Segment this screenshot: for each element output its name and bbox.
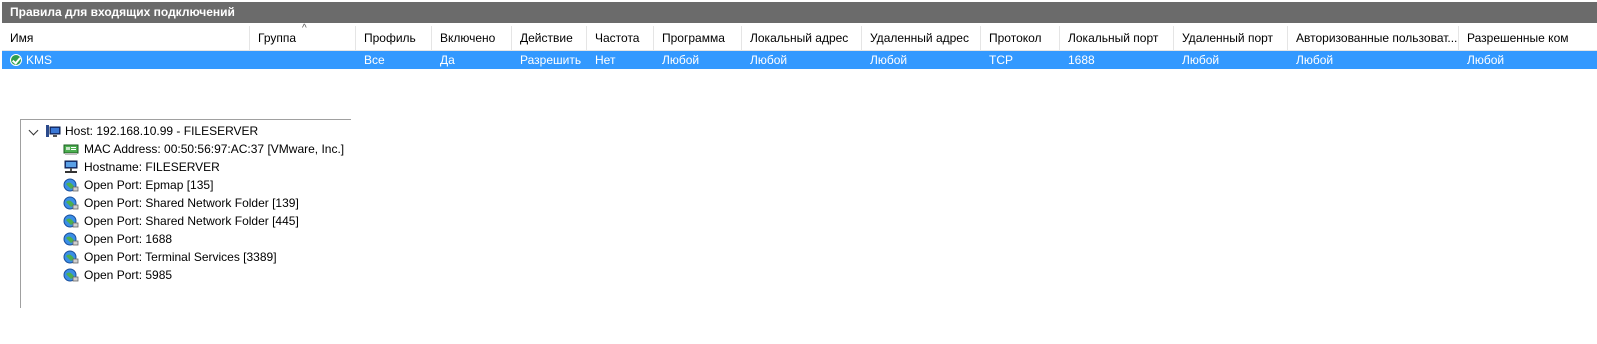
globe-port-icon xyxy=(63,250,79,264)
cell-remote-address: Любой xyxy=(870,53,908,67)
hostname-label: Hostname: FILESERVER xyxy=(84,160,220,174)
globe-port-icon xyxy=(63,196,79,210)
globe-port-icon xyxy=(63,232,79,246)
open-port-label: Open Port: Shared Network Folder [445] xyxy=(84,214,299,228)
cell-override: Нет xyxy=(595,53,616,67)
mac-address-label: MAC Address: 00:50:56:97:AC:37 [VMware, … xyxy=(84,142,345,156)
host-label: Host: 192.168.10.99 - FILESERVER xyxy=(65,124,259,138)
tree-node-host[interactable]: Host: 192.168.10.99 - FILESERVER xyxy=(21,122,341,140)
cell-authorized-users: Любой xyxy=(1296,53,1334,67)
network-card-icon xyxy=(63,144,79,155)
open-port-label: Open Port: 1688 xyxy=(84,232,173,246)
globe-port-icon xyxy=(63,178,79,192)
cell-program: Любой xyxy=(662,53,700,67)
column-header-local-address[interactable]: Локальный адрес xyxy=(742,26,862,50)
tree-node-open-port[interactable]: Open Port: Shared Network Folder [445] xyxy=(61,212,351,230)
column-header-protocol[interactable]: Протокол xyxy=(981,26,1060,50)
column-header-override[interactable]: Частота xyxy=(587,26,654,50)
cell-profile: Все xyxy=(364,53,385,67)
cell-action: Разрешить xyxy=(520,53,582,67)
open-port-label: Open Port: Terminal Services [3389] xyxy=(84,250,277,264)
column-header-authorized-users[interactable]: Авторизованные пользоват... xyxy=(1288,26,1459,50)
column-header-enabled[interactable]: Включено xyxy=(432,26,512,50)
host-computer-icon xyxy=(46,125,61,137)
cell-name: KMS xyxy=(26,53,53,67)
cell-local-address: Любой xyxy=(750,53,788,67)
column-header-program[interactable]: Программа xyxy=(654,26,742,50)
table-row[interactable]: KMS Все Да Разрешить Нет Любой Любой Люб… xyxy=(2,51,1597,69)
tree-node-open-port[interactable]: Open Port: 5985 xyxy=(61,266,351,284)
cell-enabled: Да xyxy=(440,53,455,67)
open-port-label: Open Port: Epmap [135] xyxy=(84,178,214,192)
globe-port-icon xyxy=(63,268,79,282)
tree-node-mac-address[interactable]: MAC Address: 00:50:56:97:AC:37 [VMware, … xyxy=(61,140,351,158)
column-header-remote-address[interactable]: Удаленный адрес xyxy=(862,26,981,50)
chevron-down-icon[interactable] xyxy=(28,125,39,136)
sort-ascending-icon: ^ xyxy=(302,23,307,34)
tree-node-open-port[interactable]: Open Port: Terminal Services [3389] xyxy=(61,248,351,266)
inbound-rules-pane: Правила для входящих подключений Имя Гру… xyxy=(0,0,1597,70)
column-header-row: Имя Группа Профиль Включено Действие Час… xyxy=(2,23,1597,51)
hostname-network-icon xyxy=(64,160,78,173)
tree-node-open-port[interactable]: Open Port: 1688 xyxy=(61,230,351,248)
cell-local-port: 1688 xyxy=(1068,53,1095,67)
column-header-remote-port[interactable]: Удаленный порт xyxy=(1174,26,1288,50)
column-header-local-port[interactable]: Локальный порт xyxy=(1060,26,1174,50)
cell-protocol: TCP xyxy=(989,53,1013,67)
open-port-label: Open Port: 5985 xyxy=(84,268,173,282)
column-header-profile[interactable]: Профиль xyxy=(356,26,432,50)
open-port-label: Open Port: Shared Network Folder [139] xyxy=(84,196,299,210)
tree-node-open-port[interactable]: Open Port: Shared Network Folder [139] xyxy=(61,194,351,212)
column-header-allowed-computers[interactable]: Разрешенные ком xyxy=(1459,26,1597,50)
tree-node-hostname[interactable]: Hostname: FILESERVER xyxy=(61,158,351,176)
column-header-action[interactable]: Действие xyxy=(512,26,587,50)
cell-remote-port: Любой xyxy=(1182,53,1220,67)
cell-group xyxy=(250,51,356,69)
globe-port-icon xyxy=(63,214,79,228)
column-header-name[interactable]: Имя xyxy=(2,26,250,50)
cell-allowed-computers: Любой xyxy=(1467,53,1505,67)
scan-results-tree: Host: 192.168.10.99 - FILESERVER MAC Add… xyxy=(20,119,351,308)
pane-title: Правила для входящих подключений xyxy=(2,2,1597,23)
tree-node-open-port[interactable]: Open Port: Epmap [135] xyxy=(61,176,351,194)
